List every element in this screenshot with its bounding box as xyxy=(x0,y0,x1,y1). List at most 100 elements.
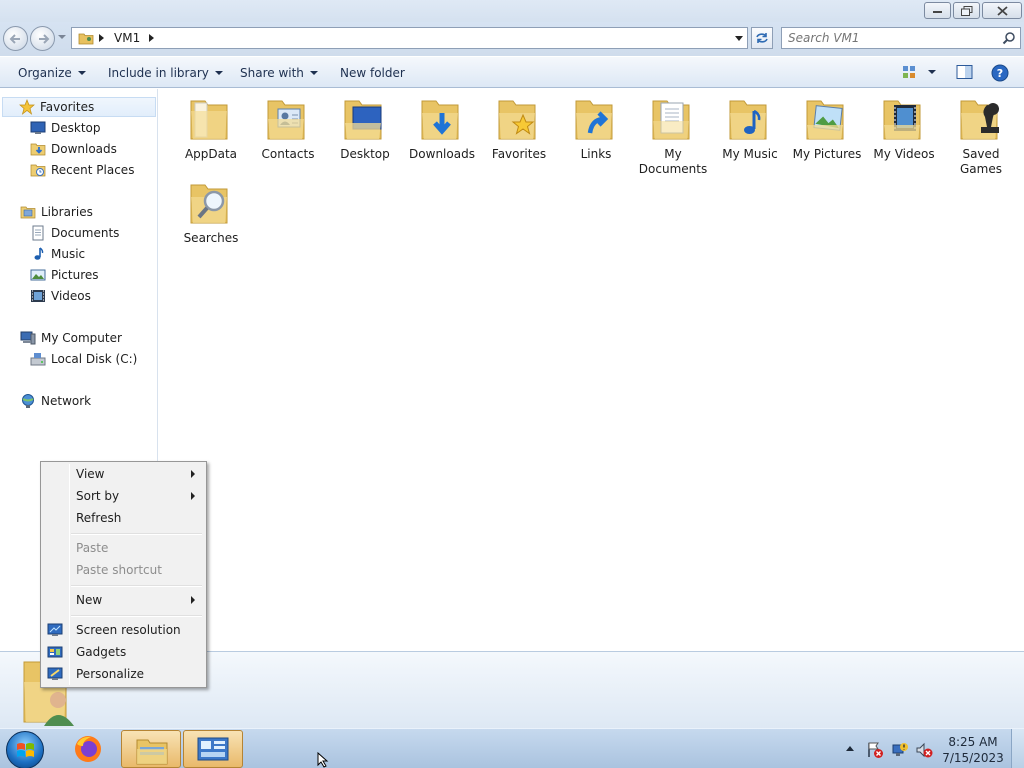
computer-icon xyxy=(20,331,36,345)
nav-network-label: Network xyxy=(41,394,92,408)
breadcrumb-separator-icon[interactable] xyxy=(99,34,104,42)
searches-folder-icon xyxy=(190,184,228,224)
show-desktop-button[interactable] xyxy=(1011,729,1024,768)
address-bar[interactable]: VM1 xyxy=(71,27,748,49)
folder-contacts[interactable]: Contacts xyxy=(250,95,326,162)
nav-favorites[interactable]: Favorites xyxy=(2,97,156,117)
recent-places-icon xyxy=(30,164,46,177)
folder-desktop[interactable]: Desktop xyxy=(327,95,403,162)
help-icon[interactable]: ? xyxy=(991,64,1009,82)
libraries-icon xyxy=(20,206,36,219)
folder-saved-games[interactable]: Saved Games xyxy=(943,95,1019,177)
address-dropdown-icon[interactable] xyxy=(735,36,743,41)
folder-favorites[interactable]: Favorites xyxy=(481,95,557,162)
include-in-library-label: Include in library xyxy=(108,65,209,80)
organize-button[interactable]: Organize xyxy=(18,57,86,88)
menu-item-view[interactable]: View xyxy=(43,463,204,485)
folder-links[interactable]: Links xyxy=(558,95,634,162)
chevron-down-icon xyxy=(77,70,86,75)
submenu-arrow-icon xyxy=(191,596,195,604)
nav-documents-label: Documents xyxy=(51,226,120,240)
folder-label: AppData xyxy=(184,147,238,161)
folder-user-icon xyxy=(78,33,94,45)
menu-item-paste: Paste xyxy=(43,537,204,559)
taskbar: 8:25 AM 7/15/2023 xyxy=(0,728,1024,768)
folder-my-pictures[interactable]: My Pictures xyxy=(789,95,865,162)
folder-searches[interactable]: Searches xyxy=(173,179,249,246)
nav-pictures[interactable]: Pictures xyxy=(30,265,99,285)
mouse-pointer-icon xyxy=(317,752,329,768)
forward-arrow-icon xyxy=(39,34,50,44)
menu-item-label: Gadgets xyxy=(76,645,127,659)
view-options-dropdown-icon[interactable] xyxy=(928,70,936,74)
menu-item-personalize[interactable]: Personalize xyxy=(43,663,204,685)
nav-documents[interactable]: Documents xyxy=(30,223,119,243)
folder-label: My Pictures xyxy=(792,147,862,161)
menu-item-screen-resolution[interactable]: Screen resolution xyxy=(43,619,204,641)
preview-pane-icon[interactable] xyxy=(956,64,973,80)
menu-separator xyxy=(71,533,202,535)
minimize-icon xyxy=(933,11,942,13)
folder-downloads[interactable]: Downloads xyxy=(404,95,480,162)
nav-network[interactable]: Network xyxy=(20,391,91,411)
back-button[interactable] xyxy=(3,26,28,51)
file-list[interactable]: AppData Contacts Desktop Downloads Favor… xyxy=(159,89,1024,651)
breadcrumb-separator-icon[interactable] xyxy=(149,34,155,42)
links-folder-icon xyxy=(575,100,613,140)
nav-recent-places[interactable]: Recent Places xyxy=(30,160,134,180)
change-view-icon[interactable] xyxy=(902,64,918,80)
nav-downloads[interactable]: Downloads xyxy=(30,139,117,159)
refresh-button[interactable] xyxy=(751,27,773,49)
clock-date: 7/15/2023 xyxy=(942,751,1004,765)
include-in-library-button[interactable]: Include in library xyxy=(108,57,223,88)
restore-button[interactable] xyxy=(953,2,980,19)
menu-item-label: Paste xyxy=(76,541,109,555)
nav-local-disk-label: Local Disk (C:) xyxy=(51,352,138,366)
taskbar-firefox-button[interactable] xyxy=(60,730,120,768)
windows-logo-icon xyxy=(17,743,34,757)
recent-pages-dropdown[interactable] xyxy=(58,35,66,39)
action-center-flag-icon[interactable] xyxy=(866,741,884,759)
search-icon[interactable] xyxy=(1002,31,1016,45)
nav-libraries[interactable]: Libraries xyxy=(20,202,93,222)
menu-item-label: View xyxy=(76,467,105,481)
search-box[interactable] xyxy=(781,27,1021,49)
nav-my-computer[interactable]: My Computer xyxy=(20,328,122,348)
nav-downloads-label: Downloads xyxy=(51,142,117,156)
window-controls xyxy=(924,2,1022,19)
chevron-down-icon xyxy=(309,70,318,75)
minimize-button[interactable] xyxy=(924,2,951,19)
nav-local-disk[interactable]: Local Disk (C:) xyxy=(30,349,137,369)
folder-appdata[interactable]: AppData xyxy=(173,95,249,162)
favorites-folder-icon xyxy=(498,100,536,140)
show-hidden-icons-icon[interactable] xyxy=(845,745,855,752)
menu-item-gadgets[interactable]: Gadgets xyxy=(43,641,204,663)
share-with-button[interactable]: Share with xyxy=(240,57,318,88)
breadcrumb-vm1[interactable]: VM1 xyxy=(114,31,140,45)
firefox-icon xyxy=(75,736,101,762)
menu-separator xyxy=(71,585,202,587)
nav-desktop[interactable]: Desktop xyxy=(30,118,101,138)
folder-label: Downloads xyxy=(409,147,475,161)
search-input[interactable] xyxy=(788,30,988,46)
close-button[interactable] xyxy=(982,2,1022,19)
start-button[interactable] xyxy=(6,731,44,768)
taskbar-control-panel-button[interactable] xyxy=(183,730,243,768)
network-status-icon[interactable] xyxy=(891,741,909,759)
folder-my-documents[interactable]: My Documents xyxy=(635,95,711,177)
contacts-folder-icon xyxy=(267,100,305,140)
nav-videos[interactable]: Videos xyxy=(30,286,91,306)
menu-item-sort-by[interactable]: Sort by xyxy=(43,485,204,507)
folder-my-music[interactable]: My Music xyxy=(712,95,788,162)
menu-item-new[interactable]: New xyxy=(43,589,204,611)
refresh-icon xyxy=(756,33,768,43)
nav-music[interactable]: Music xyxy=(30,244,85,264)
menu-item-refresh[interactable]: Refresh xyxy=(43,507,204,529)
taskbar-explorer-button[interactable] xyxy=(121,730,181,768)
volume-muted-icon[interactable] xyxy=(915,741,933,759)
menu-item-paste-shortcut: Paste shortcut xyxy=(43,559,204,581)
new-folder-button[interactable]: New folder xyxy=(340,57,405,88)
system-clock[interactable]: 8:25 AM 7/15/2023 xyxy=(942,734,1004,766)
forward-button[interactable] xyxy=(30,26,55,51)
folder-my-videos[interactable]: My Videos xyxy=(866,95,942,162)
